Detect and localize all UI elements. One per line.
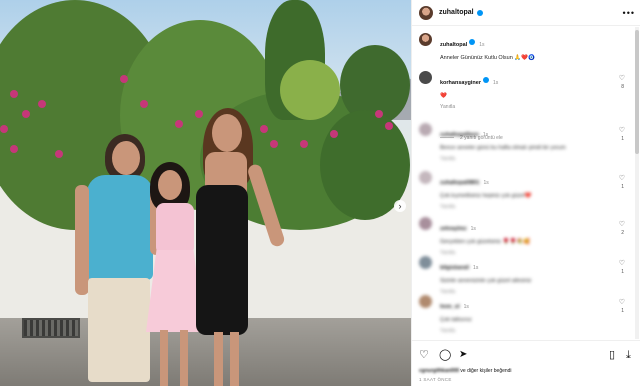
comment-like-icon[interactable]: ♡	[619, 74, 625, 82]
avatar[interactable]	[419, 123, 432, 136]
comment-text: Çok tatlısınız	[440, 317, 472, 323]
comment-text: Çok kıymetlisiniz hepiniz çok güzel❤️	[440, 193, 532, 199]
verified-badge-icon	[469, 38, 476, 45]
comment-like-icon[interactable]: ♡	[619, 174, 625, 182]
avatar[interactable]	[419, 33, 432, 46]
comments-list: zuhaltopal 1s Anneler Gününüz Kutlu Olsun…	[412, 27, 633, 339]
post-photo[interactable]: ›	[0, 0, 411, 386]
avatar[interactable]	[419, 5, 433, 20]
post-action-bar: ♡ ◯ ➤ ▯ ⤓	[412, 340, 640, 368]
reply-link[interactable]: Yanıtla	[440, 204, 615, 210]
comment-like-count: 1	[621, 308, 624, 314]
likes-summary: cgnurgithkan000 ve diğer kişiler beğendi	[419, 368, 512, 374]
comment-like-icon[interactable]: ♡	[619, 126, 625, 134]
comment-icon[interactable]: ◯	[439, 349, 451, 361]
avatar[interactable]	[419, 295, 432, 308]
comment-time: 1s	[463, 304, 469, 310]
comment-like-icon[interactable]: ♡	[619, 259, 625, 267]
comment-username[interactable]: korhansayginer	[440, 80, 481, 86]
download-icon[interactable]: ⤓	[626, 349, 631, 361]
comment-username[interactable]: zuhaltopal0801	[440, 180, 479, 186]
post-date: 1 SAAT ÖNCE	[419, 377, 452, 382]
drain-grate	[22, 318, 80, 338]
comment-time: 1s	[483, 180, 489, 186]
avatar[interactable]	[419, 171, 432, 184]
reply-link[interactable]: Yanıtla	[440, 156, 615, 162]
scrollbar-thumb[interactable]	[635, 30, 639, 154]
comment-like-count: 8	[621, 84, 624, 90]
comment-username[interactable]: zehraylmz	[440, 226, 467, 232]
comment-like-count: 1	[621, 269, 624, 275]
heart-outline-icon[interactable]: ♡	[419, 349, 429, 361]
next-photo-arrow-icon[interactable]: ›	[394, 200, 406, 212]
comment-username[interactable]: hnm_ol	[440, 304, 460, 310]
comment-text: Bence anneler günü bu hafta olmalı şimdi…	[440, 145, 566, 151]
verified-badge-icon	[482, 76, 489, 83]
post-header: zuhaltopal •••	[412, 0, 640, 26]
comment-text: Gerçekten çok güzelsiniz 🌹🌹💐🥰	[440, 239, 531, 245]
comment-text: ❤️	[440, 93, 447, 99]
comment-like-icon[interactable]: ♡	[619, 220, 625, 228]
comment-time: 1s	[470, 226, 476, 232]
comment-text: Sizinle annenizinle çok güzel ailesiniz	[440, 278, 532, 284]
comment-like-count: 2	[621, 230, 624, 236]
caption-emoji: 🙏❤️🧿	[514, 55, 535, 61]
lime-bush	[280, 60, 340, 120]
reply-link[interactable]: Yanıtla	[440, 328, 615, 334]
comment-time: 1s	[473, 265, 479, 271]
share-icon[interactable]: ➤	[459, 349, 467, 361]
comment-like-count: 1	[621, 136, 624, 142]
verified-badge-icon	[476, 9, 483, 16]
more-options-icon[interactable]: •••	[623, 8, 635, 18]
post-sidebar: zuhaltopal ••• zuhaltopal 1s Anneler Günü…	[411, 0, 640, 386]
avatar[interactable]	[419, 217, 432, 230]
username[interactable]: zuhaltopal	[439, 9, 474, 16]
comment-username[interactable]: zuhaltopalfann	[440, 132, 479, 138]
avatar[interactable]	[419, 71, 432, 84]
caption-text: Anneler Gününüz Kutlu Olsun	[440, 55, 513, 61]
likes-suffix: ve diğer kişiler beğendi	[460, 368, 512, 374]
liker-name[interactable]: cgnurgithkan000	[419, 368, 459, 374]
caption-time: 1s	[479, 42, 485, 48]
caption-username[interactable]: zuhaltopal	[440, 42, 467, 48]
comment-time: 1s	[482, 132, 489, 138]
avatar[interactable]	[419, 256, 432, 269]
comment-username[interactable]: bilgisbarail	[440, 265, 469, 271]
comment-like-icon[interactable]: ♡	[619, 298, 625, 306]
comment-like-count: 1	[621, 184, 624, 190]
comment-time: 1s	[492, 80, 499, 86]
reply-link[interactable]: Yanıtla	[440, 104, 615, 110]
bookmark-icon[interactable]: ▯	[609, 349, 615, 361]
